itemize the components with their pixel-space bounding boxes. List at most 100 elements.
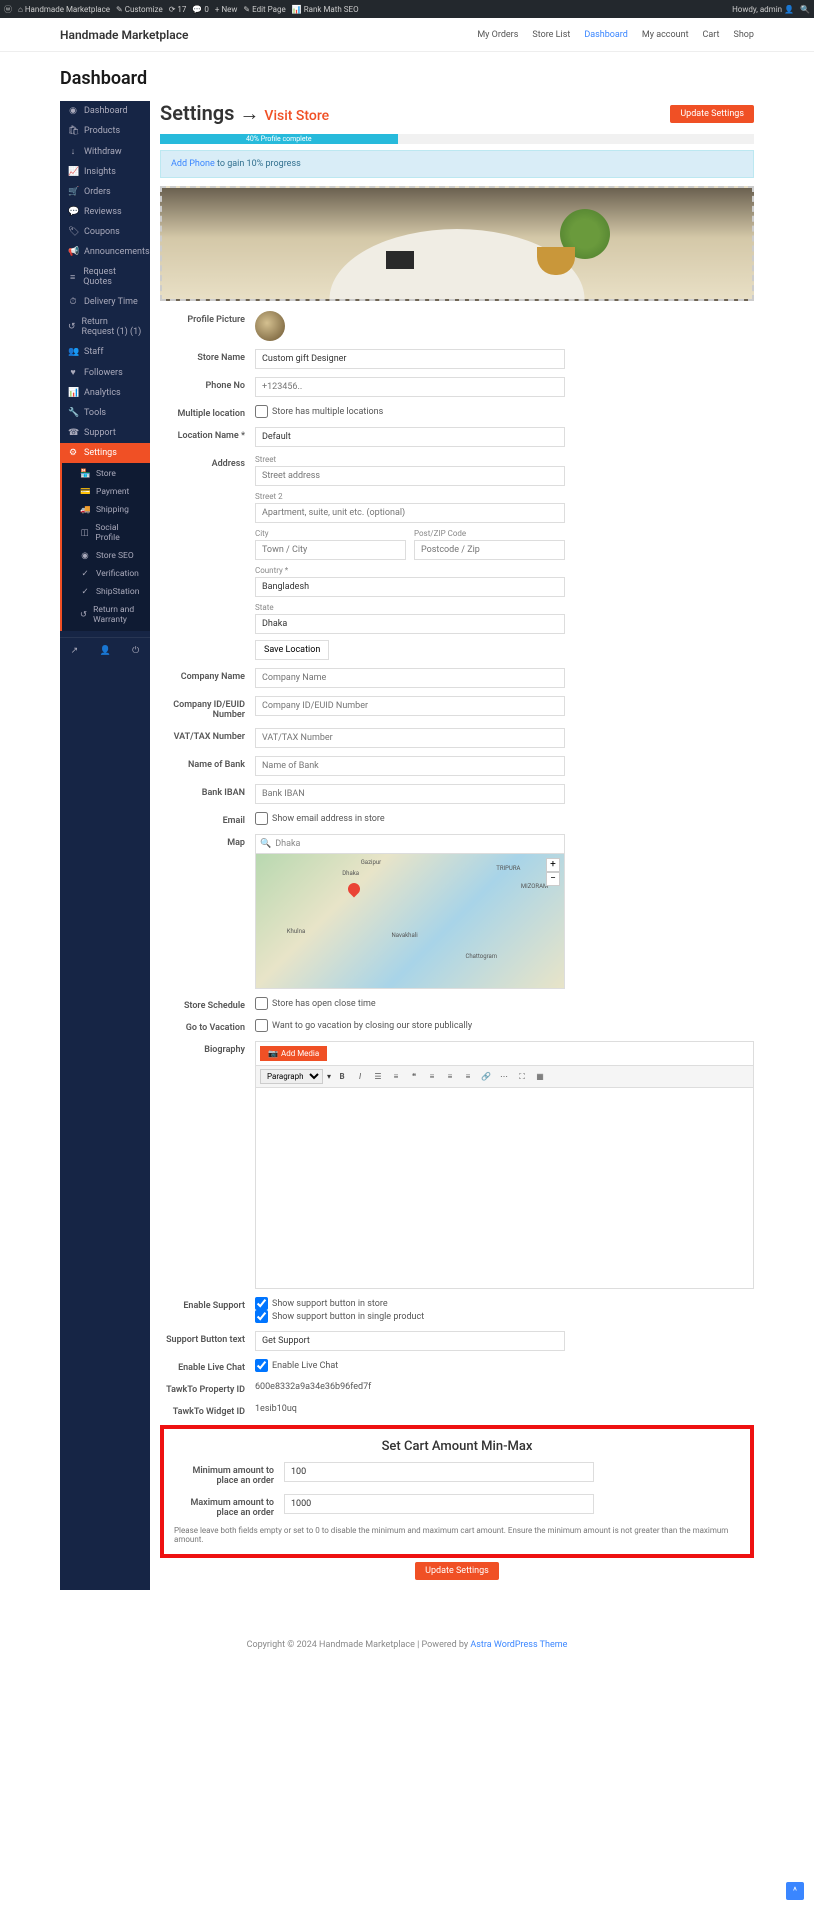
scroll-top-button[interactable]: ^ — [786, 1882, 804, 1900]
fullscreen-button[interactable]: ⛶ — [515, 1070, 529, 1084]
sidebar-sub-social-profile[interactable]: ◫Social Profile — [66, 519, 150, 547]
avatar[interactable] — [255, 311, 285, 341]
paragraph-select[interactable]: Paragraph — [260, 1069, 323, 1084]
sidebar-sub-shipstation[interactable]: ✓ShipStation — [66, 583, 150, 601]
sidebar-item-dashboard[interactable]: ◉Dashboard — [60, 101, 150, 121]
new-link[interactable]: + New — [215, 5, 238, 14]
street-input[interactable] — [255, 466, 565, 486]
link-button[interactable]: 🔗 — [479, 1070, 493, 1084]
sidebar-sub-return-and-warranty[interactable]: ↺Return and Warranty — [66, 601, 150, 629]
bullet-list-button[interactable]: ☰ — [371, 1070, 385, 1084]
search-icon[interactable]: 🔍 — [800, 5, 810, 14]
support-store-checkbox[interactable] — [255, 1297, 268, 1310]
email-checkbox[interactable] — [255, 812, 268, 825]
power-icon[interactable]: ⏻ — [132, 646, 139, 656]
company-id-input[interactable] — [255, 696, 565, 716]
vat-input[interactable] — [255, 728, 565, 748]
top-menu-item-0[interactable]: My Orders — [477, 30, 518, 40]
add-phone-link[interactable]: Add Phone — [171, 159, 215, 169]
top-menu-item-1[interactable]: Store List — [532, 30, 570, 40]
edit-page-link[interactable]: ✎ Edit Page — [243, 5, 285, 14]
comments-link[interactable]: 💬 0 — [192, 5, 208, 14]
visit-store-link[interactable]: Visit Store — [264, 108, 329, 124]
update-settings-button[interactable]: Update Settings — [670, 105, 754, 123]
sidebar-item-insights[interactable]: 📈Insights — [60, 162, 150, 182]
toolbar-toggle-button[interactable]: ▦ — [533, 1070, 547, 1084]
live-chat-checkbox[interactable] — [255, 1359, 268, 1372]
location-name-input[interactable] — [255, 427, 565, 447]
brand-title[interactable]: Handmade Marketplace — [60, 28, 188, 42]
align-left-button[interactable]: ≡ — [425, 1070, 439, 1084]
sidebar-item-analytics[interactable]: 📊Analytics — [60, 383, 150, 403]
number-list-button[interactable]: ≡ — [389, 1070, 403, 1084]
phone-input[interactable] — [255, 377, 565, 397]
align-center-button[interactable]: ≡ — [443, 1070, 457, 1084]
country-select[interactable]: Bangladesh — [255, 577, 565, 597]
vacation-checkbox[interactable] — [255, 1019, 268, 1032]
iban-input[interactable] — [255, 784, 565, 804]
max-amount-input[interactable] — [284, 1494, 594, 1514]
sidebar-item-tools[interactable]: 🔧Tools — [60, 403, 150, 423]
top-menu-item-4[interactable]: Cart — [703, 30, 720, 40]
add-media-button[interactable]: 📷 Add Media — [260, 1046, 327, 1061]
map-search[interactable]: 🔍 Dhaka — [256, 835, 564, 854]
bank-input[interactable] — [255, 756, 565, 776]
sidebar-item-withdraw[interactable]: ↓Withdraw — [60, 141, 150, 162]
top-menu-item-5[interactable]: Shop — [734, 30, 755, 40]
sidebar-item-followers[interactable]: ♥Followers — [60, 362, 150, 383]
sidebar-item-orders[interactable]: 🛒Orders — [60, 182, 150, 202]
map-zoom-out-button[interactable]: − — [546, 872, 560, 886]
min-amount-input[interactable] — [284, 1462, 594, 1482]
sidebar-label: Delivery Time — [84, 297, 138, 307]
city-input[interactable] — [255, 540, 406, 560]
map-zoom-in-button[interactable]: + — [546, 858, 560, 872]
save-location-button[interactable]: Save Location — [255, 640, 329, 660]
state-select[interactable]: Dhaka — [255, 614, 565, 634]
sidebar-sub-store-seo[interactable]: ◉Store SEO — [66, 547, 150, 565]
editor-textarea[interactable] — [256, 1088, 753, 1288]
support-product-checkbox[interactable] — [255, 1310, 268, 1323]
sidebar-item-delivery-time[interactable]: ⏱Delivery Time — [60, 292, 150, 312]
sidebar-item-request-quotes[interactable]: ≡Request Quotes — [60, 262, 150, 292]
site-link[interactable]: ⌂ Handmade Marketplace — [18, 5, 110, 14]
schedule-checkbox[interactable] — [255, 997, 268, 1010]
top-menu-item-2[interactable]: Dashboard — [584, 30, 628, 40]
zip-input[interactable] — [414, 540, 565, 560]
sidebar-sub-store[interactable]: 🏪Store — [66, 465, 150, 483]
rankmath-link[interactable]: 📊 Rank Math SEO — [292, 5, 359, 14]
howdy-link[interactable]: Howdy, admin 👤 — [732, 5, 794, 14]
store-name-input[interactable] — [255, 349, 565, 369]
theme-link[interactable]: Astra WordPress Theme — [470, 1640, 567, 1650]
support-btn-input[interactable] — [255, 1331, 565, 1351]
customize-link[interactable]: ✎ Customize — [116, 5, 163, 14]
street2-input[interactable] — [255, 503, 565, 523]
support-product-text: Show support button in single product — [272, 1312, 424, 1322]
updates-link[interactable]: ⟳ 17 — [169, 5, 187, 14]
external-link-icon[interactable]: ↗ — [71, 646, 79, 656]
wp-logo-icon[interactable]: ⓦ — [4, 4, 12, 15]
bold-button[interactable]: B — [335, 1070, 349, 1084]
user-icon[interactable]: 👤 — [100, 646, 111, 656]
sidebar-item-return-request-[interactable]: ↺Return Request (1) (1) — [60, 312, 150, 342]
sidebar-item-settings[interactable]: ⚙Settings — [60, 443, 150, 463]
store-banner[interactable] — [160, 186, 754, 301]
update-settings-bottom-button[interactable]: Update Settings — [415, 1562, 499, 1580]
sidebar-icon: 🛍 — [68, 126, 78, 136]
quote-button[interactable]: ❝ — [407, 1070, 421, 1084]
sidebar-item-support[interactable]: ☎Support — [60, 423, 150, 443]
top-menu-item-3[interactable]: My account — [642, 30, 689, 40]
sidebar-item-coupons[interactable]: 🏷Coupons — [60, 222, 150, 242]
sidebar-item-products[interactable]: 🛍Products — [60, 121, 150, 141]
italic-button[interactable]: I — [353, 1070, 367, 1084]
sidebar-item-staff[interactable]: 👥Staff — [60, 342, 150, 362]
sidebar-item-reviewss[interactable]: 💬Reviewss — [60, 202, 150, 222]
company-name-input[interactable] — [255, 668, 565, 688]
align-right-button[interactable]: ≡ — [461, 1070, 475, 1084]
map-canvas[interactable]: Dhaka Gazipur TRIPURA MIZORAM Khulna Nav… — [256, 854, 564, 988]
multi-location-checkbox[interactable] — [255, 405, 268, 418]
more-button[interactable]: ⋯ — [497, 1070, 511, 1084]
sidebar-item-announcements[interactable]: 📢Announcements — [60, 242, 150, 262]
sidebar-sub-payment[interactable]: 💳Payment — [66, 483, 150, 501]
sidebar-sub-verification[interactable]: ✓Verification — [66, 565, 150, 583]
sidebar-sub-shipping[interactable]: 🚚Shipping — [66, 501, 150, 519]
